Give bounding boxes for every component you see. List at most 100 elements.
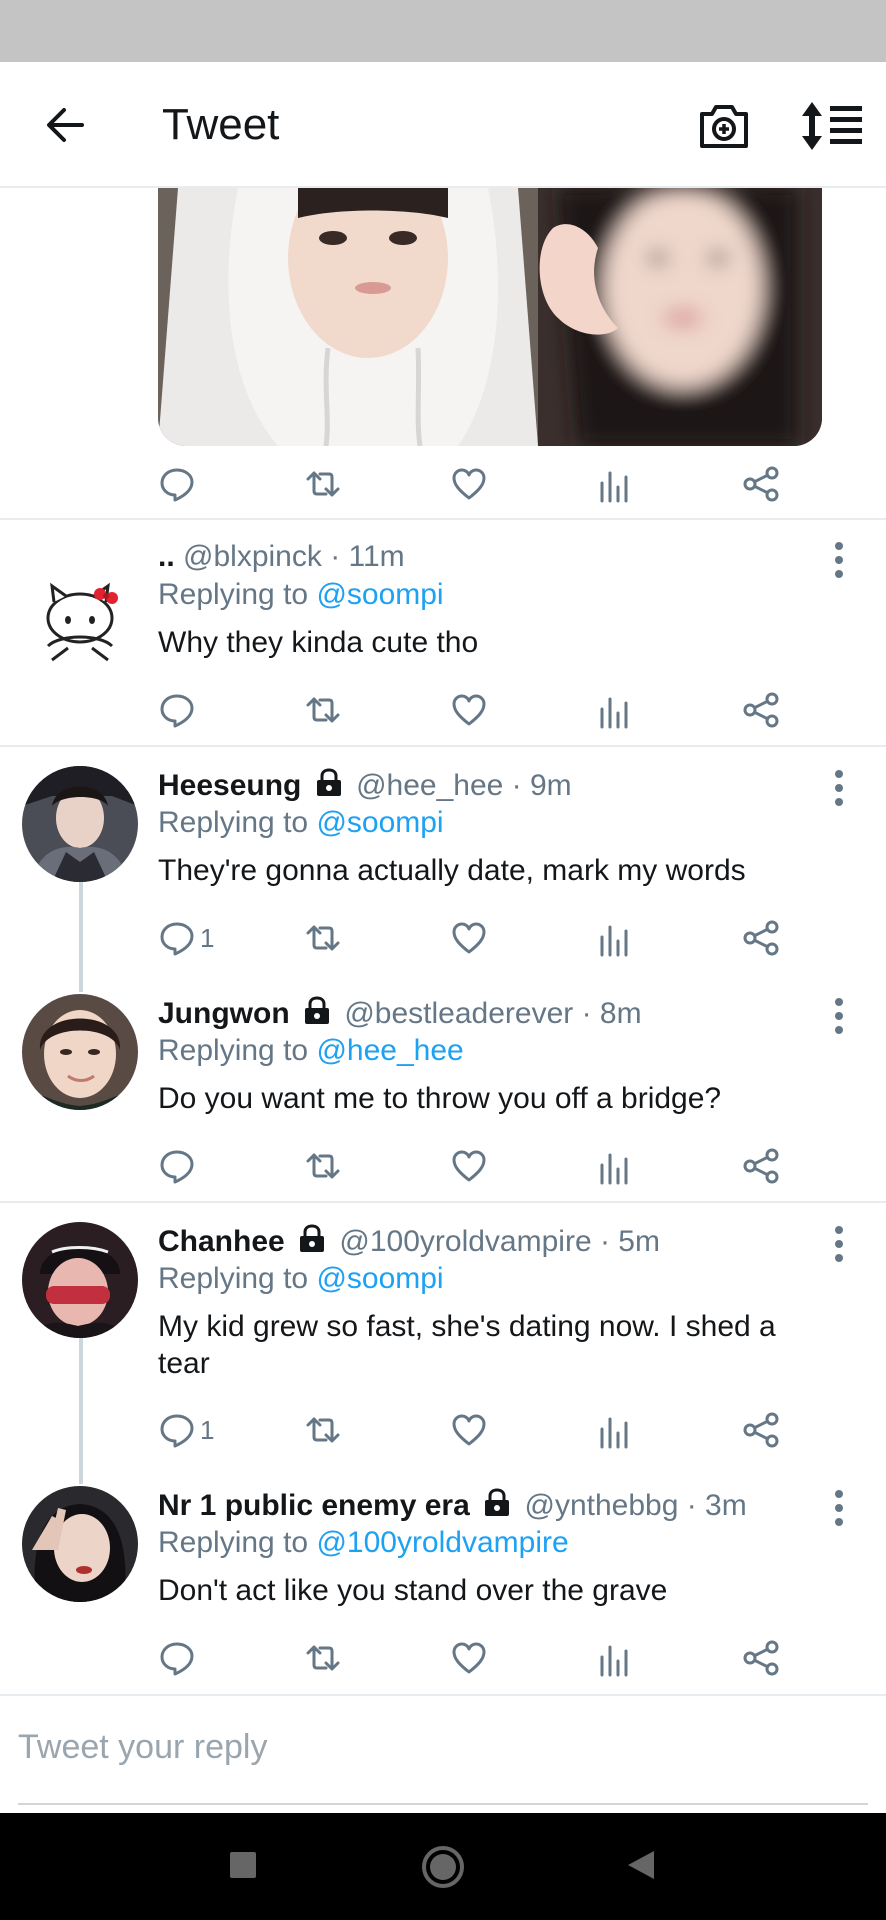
- share-button[interactable]: [742, 914, 780, 962]
- analytics-icon: [600, 1417, 628, 1449]
- replying-to: Replying to @100yroldvampire: [158, 1526, 569, 1560]
- avatar[interactable]: [22, 766, 138, 882]
- like-button[interactable]: [450, 1142, 488, 1190]
- avatar[interactable]: [22, 994, 138, 1110]
- retweet-button[interactable]: [304, 1634, 342, 1682]
- username[interactable]: @blxpinck: [183, 540, 322, 573]
- action-bar: [0, 1634, 886, 1682]
- avatar[interactable]: [22, 1486, 138, 1602]
- reply-icon: [160, 694, 194, 728]
- like-icon: [452, 922, 486, 954]
- retweet-button[interactable]: [304, 1406, 342, 1454]
- sort-thread-icon[interactable]: [800, 98, 864, 154]
- camera-add-icon[interactable]: [696, 98, 752, 154]
- display-name[interactable]: Heeseung: [158, 769, 301, 802]
- avatar[interactable]: [22, 1222, 138, 1338]
- like-button[interactable]: [450, 460, 488, 508]
- like-button[interactable]: [450, 914, 488, 962]
- action-bar: 1: [0, 914, 886, 962]
- analytics-button[interactable]: [596, 460, 634, 508]
- share-button[interactable]: [742, 460, 780, 508]
- reply-compose-input[interactable]: Tweet your reply: [18, 1728, 267, 1767]
- tweet-text: Don't act like you stand over the grave: [158, 1574, 668, 1607]
- username[interactable]: @hee_hee: [356, 769, 503, 802]
- reply-icon: [160, 1150, 194, 1184]
- mention-link[interactable]: @soompi: [316, 1262, 443, 1295]
- reply-button[interactable]: 1: [158, 914, 214, 962]
- reply-button[interactable]: [158, 686, 200, 734]
- timestamp: · 5m: [599, 1225, 660, 1258]
- more-options-icon[interactable]: [822, 540, 856, 580]
- like-button[interactable]: [450, 1634, 488, 1682]
- username[interactable]: @bestleaderever: [344, 997, 573, 1030]
- analytics-button[interactable]: [596, 1634, 634, 1682]
- mention-link[interactable]: @100yroldvampire: [316, 1526, 568, 1559]
- display-name[interactable]: Chanhee: [158, 1225, 285, 1258]
- more-options-icon[interactable]: [822, 1224, 856, 1264]
- timestamp: · 9m: [511, 769, 572, 802]
- tweet-meta: Jungwon @bestleaderever · 8m: [158, 996, 642, 1031]
- username[interactable]: @ynthebbg: [524, 1489, 678, 1522]
- analytics-icon: [600, 1153, 628, 1185]
- analytics-button[interactable]: [596, 914, 634, 962]
- tweet-meta: Heeseung @hee_hee · 9m: [158, 768, 572, 803]
- display-name[interactable]: Jungwon: [158, 997, 290, 1030]
- reply-icon: [160, 1414, 194, 1448]
- retweet-button[interactable]: [304, 914, 342, 962]
- lock-icon: [316, 768, 341, 796]
- avatar-hello-kitty[interactable]: [22, 564, 138, 680]
- reply-button[interactable]: 1: [158, 1406, 214, 1454]
- replying-label: Replying to: [158, 806, 309, 839]
- reply-icon: [160, 922, 194, 956]
- analytics-button[interactable]: [596, 1406, 634, 1454]
- analytics-button[interactable]: [596, 1142, 634, 1190]
- share-button[interactable]: [742, 1634, 780, 1682]
- share-icon: [743, 1640, 779, 1676]
- retweet-button[interactable]: [304, 1142, 342, 1190]
- display-name[interactable]: Nr 1 public enemy era: [158, 1489, 470, 1522]
- replying-to: Replying to @soompi: [158, 1262, 444, 1296]
- share-button[interactable]: [742, 686, 780, 734]
- mention-link[interactable]: @soompi: [316, 578, 443, 611]
- lock-icon: [305, 996, 329, 1024]
- more-options-icon[interactable]: [822, 996, 856, 1036]
- tweet-meta: Chanhee @100yroldvampire · 5m: [158, 1224, 660, 1259]
- top-app-bar: Tweet: [0, 62, 886, 188]
- recents-icon[interactable]: [230, 1852, 256, 1878]
- like-button[interactable]: [450, 1406, 488, 1454]
- retweet-icon: [306, 697, 340, 723]
- tweet-text: Do you want me to throw you off a bridge…: [158, 1082, 722, 1115]
- analytics-button[interactable]: [596, 686, 634, 734]
- like-icon: [452, 694, 486, 726]
- replying-label: Replying to: [158, 578, 309, 611]
- retweet-button[interactable]: [304, 686, 342, 734]
- tweet-media-image[interactable]: [158, 188, 822, 446]
- analytics-icon: [600, 471, 628, 503]
- display-name[interactable]: ..: [158, 540, 175, 573]
- reply-button[interactable]: [158, 460, 196, 508]
- mention-link[interactable]: @soompi: [316, 806, 443, 839]
- reply-button[interactable]: [158, 1142, 200, 1190]
- more-options-icon[interactable]: [822, 768, 856, 808]
- share-button[interactable]: [742, 1142, 780, 1190]
- replying-to: Replying to @soompi: [158, 806, 444, 840]
- more-options-icon[interactable]: [822, 1488, 856, 1528]
- share-icon: [743, 466, 779, 502]
- divider: [0, 745, 886, 747]
- timestamp: · 11m: [330, 540, 405, 573]
- like-icon: [452, 1150, 486, 1182]
- back-arrow-icon[interactable]: [38, 98, 92, 152]
- username[interactable]: @100yroldvampire: [339, 1225, 591, 1258]
- reply-button[interactable]: [158, 1634, 200, 1682]
- analytics-icon: [600, 697, 628, 729]
- retweet-icon: [306, 471, 340, 497]
- home-icon[interactable]: [420, 1844, 466, 1890]
- back-triangle-icon[interactable]: [624, 1848, 658, 1882]
- tweet-text: They're gonna actually date, mark my wor…: [158, 854, 746, 887]
- mention-link[interactable]: @hee_hee: [316, 1034, 463, 1067]
- retweet-button[interactable]: [304, 460, 342, 508]
- like-button[interactable]: [450, 686, 488, 734]
- share-button[interactable]: [742, 1406, 780, 1454]
- tweet-meta: Nr 1 public enemy era @ynthebbg · 3m: [158, 1488, 747, 1523]
- page-title: Tweet: [162, 100, 280, 149]
